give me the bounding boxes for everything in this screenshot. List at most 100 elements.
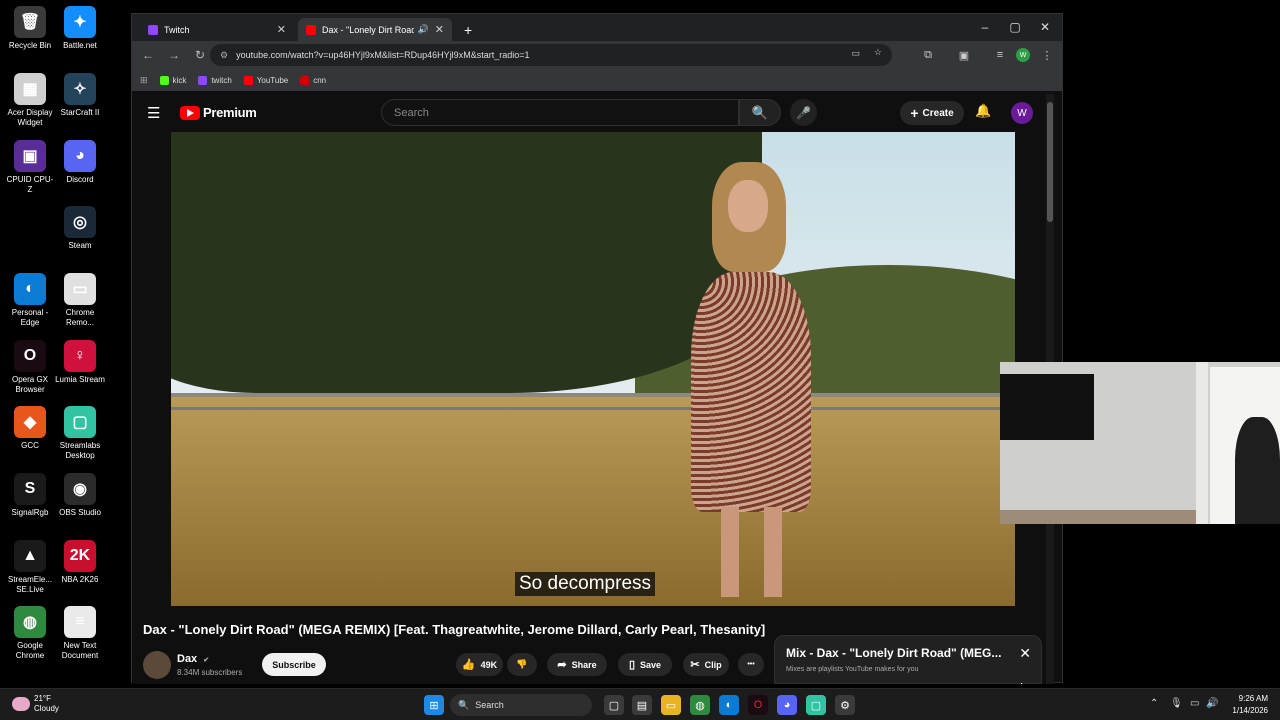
desktop-icon[interactable]: ◆ GCC (5, 406, 55, 451)
apps-grid-icon[interactable]: ⊞ (140, 75, 148, 86)
tab-youtube[interactable]: Dax - "Lonely Dirt Road" (M 🔊 ✕ (298, 18, 452, 41)
split-view-icon[interactable]: ▣ (953, 45, 975, 65)
bookmark-kick[interactable]: kick (159, 75, 186, 85)
widgets-icon[interactable]: ▤ (632, 695, 652, 715)
share-button[interactable]: ➦ Share (547, 653, 607, 676)
reload-icon[interactable]: ↻ (188, 43, 212, 67)
desktop-icon[interactable]: ♀ Lumia Stream (55, 340, 105, 385)
more-actions-button[interactable]: ••• (738, 653, 764, 676)
desktop-icon[interactable]: ◐ Personal - Edge (5, 273, 55, 328)
display-icon[interactable]: ▭ (1190, 698, 1199, 709)
desktop-icon[interactable]: ▲ StreamEle... SE.Live (5, 540, 55, 595)
back-icon[interactable]: ← (136, 43, 160, 67)
extensions-icon[interactable]: ⧉ (917, 45, 939, 65)
desktop-icon-label: StarCraft II (60, 108, 100, 117)
system-clock[interactable]: 9:26 AM 1/14/2026 (1222, 693, 1268, 717)
desktop-icon[interactable]: O Opera GX Browser (5, 340, 55, 395)
desktop-icon[interactable]: ✧ StarCraft II (55, 73, 105, 118)
task-view-icon[interactable]: ▢ (604, 695, 624, 715)
clock-time: 9:26 AM (1238, 694, 1268, 703)
bookmark-youtube[interactable]: YouTube (243, 75, 288, 85)
search-input[interactable]: Search (381, 99, 739, 126)
close-tab-icon[interactable]: ✕ (277, 23, 286, 36)
desktop-icon[interactable]: ▭ Chrome Remo... (55, 273, 105, 328)
weather-widget[interactable]: 21°F Cloudy (12, 694, 59, 714)
desktop-icon-label: NBA 2K26 (61, 575, 99, 584)
volume-icon[interactable]: 🔊 (1206, 698, 1218, 709)
chevron-up-icon[interactable]: ⌃ (1150, 698, 1158, 709)
desktop-icon-label: Chrome Remo... (65, 308, 95, 327)
create-label: Create (922, 107, 954, 119)
notifications-bell-icon[interactable]: 🔔 (975, 103, 991, 119)
desktop-icon[interactable]: ▢ Streamlabs Desktop (55, 406, 105, 461)
taskbar-search-label: Search (475, 700, 504, 710)
maximize-button[interactable]: ▢ (1000, 18, 1030, 36)
opera-gx-icon[interactable]: O (748, 695, 768, 715)
desktop-icon[interactable]: ◉ OBS Studio (55, 473, 105, 518)
mix-title[interactable]: Mix - Dax - "Lonely Dirt Road" (MEG... (786, 646, 1006, 660)
voice-search-button[interactable]: 🎤 (790, 99, 817, 126)
desktop-icon[interactable]: ✦ Battle.net (55, 6, 105, 51)
save-button[interactable]: ▯ Save (618, 653, 672, 676)
profile-button[interactable]: W (1012, 45, 1034, 65)
menu-icon[interactable]: ⋮ (1036, 45, 1058, 65)
channel-avatar[interactable] (143, 651, 171, 679)
desktop-icon[interactable]: ▣ CPUID CPU-Z (5, 140, 55, 195)
bookmark-cnn[interactable]: cnn (300, 75, 326, 85)
search-button[interactable]: 🔍 (739, 99, 781, 126)
settings-gear-icon[interactable]: ⚙ (835, 695, 855, 715)
desktop-icon[interactable]: ◍ Google Chrome (5, 606, 55, 661)
tab-twitch[interactable]: Twitch ✕ (140, 18, 294, 41)
scrollbar-thumb[interactable] (1047, 102, 1053, 222)
desktop-icon-label: Lumia Stream (55, 375, 105, 384)
desktop-icon[interactable]: ≡ New Text Document (55, 606, 105, 661)
desktop-icon[interactable]: 🗑 Recycle Bin (5, 6, 55, 51)
desktop-icon[interactable]: ◕ Discord (55, 140, 105, 185)
desktop-icon[interactable]: S SignalRgb (5, 473, 55, 518)
nav-bar: ← → ↻ ⚙ youtube.com/watch?v=up46HYjl9xM&… (132, 41, 1062, 69)
logo-text: Premium (203, 105, 257, 120)
desktop-icon[interactable]: ◎ Steam (55, 206, 105, 251)
close-icon[interactable]: ✕ (1019, 645, 1031, 662)
microphone-icon[interactable]: 🎙 (1170, 698, 1183, 709)
start-button[interactable]: ⊞ (424, 695, 444, 715)
channel-name[interactable]: Dax ✔ (177, 653, 209, 665)
site-info-icon[interactable]: ⚙ (220, 50, 228, 61)
chrome-icon[interactable]: ◍ (690, 695, 710, 715)
app-icon: ▣ (14, 140, 46, 172)
streamlabs-icon[interactable]: ▢ (806, 695, 826, 715)
discord-icon[interactable]: ◕ (777, 695, 797, 715)
speaker-icon[interactable]: 🔊 (418, 24, 429, 35)
minimize-button[interactable]: – (970, 18, 1000, 36)
cast-icon[interactable]: ▭ (851, 48, 860, 59)
video-player[interactable]: So decompress (171, 132, 1015, 606)
subscriber-count: 8.34M subscribers (177, 668, 243, 677)
dislike-button[interactable]: 👎 (507, 653, 537, 676)
close-tab-icon[interactable]: ✕ (435, 23, 444, 36)
desktop-icon[interactable]: ▦ Acer Display Widget (5, 73, 55, 128)
reading-list-icon[interactable]: ≡ (989, 45, 1011, 65)
taskbar-search[interactable]: 🔍 Search (450, 694, 592, 716)
clip-button[interactable]: ✂ Clip (683, 653, 729, 676)
subscribe-button[interactable]: Subscribe (262, 653, 326, 676)
create-button[interactable]: + Create (900, 101, 964, 125)
youtube-logo[interactable]: Premium (180, 105, 257, 120)
hamburger-menu-icon[interactable]: ☰ (147, 104, 160, 122)
desktop-icon-label: Personal - Edge (11, 308, 49, 327)
file-explorer-icon[interactable]: ▭ (661, 695, 681, 715)
forward-icon[interactable]: → (162, 43, 186, 67)
bookmark-star-icon[interactable]: ☆ (874, 47, 882, 58)
more-vertical-icon[interactable]: ⋮ (1016, 681, 1027, 684)
bookmark-twitch[interactable]: twitch (198, 75, 232, 85)
address-bar[interactable]: ⚙ youtube.com/watch?v=up46HYjl9xM&list=R… (210, 44, 892, 66)
account-avatar[interactable]: W (1011, 102, 1033, 124)
edge-icon[interactable]: ◐ (719, 695, 739, 715)
tab-title: Dax - "Lonely Dirt Road" (M (322, 24, 414, 35)
new-tab-button[interactable]: + (456, 18, 476, 41)
close-window-button[interactable]: ✕ (1030, 18, 1060, 36)
subtitle-caption: So decompress (515, 572, 656, 596)
video-frame-person (686, 162, 816, 597)
desktop-icon[interactable]: 2K NBA 2K26 (55, 540, 105, 585)
like-button[interactable]: 👍 49K (456, 653, 503, 676)
desktop-icon-label: GCC (21, 441, 39, 450)
